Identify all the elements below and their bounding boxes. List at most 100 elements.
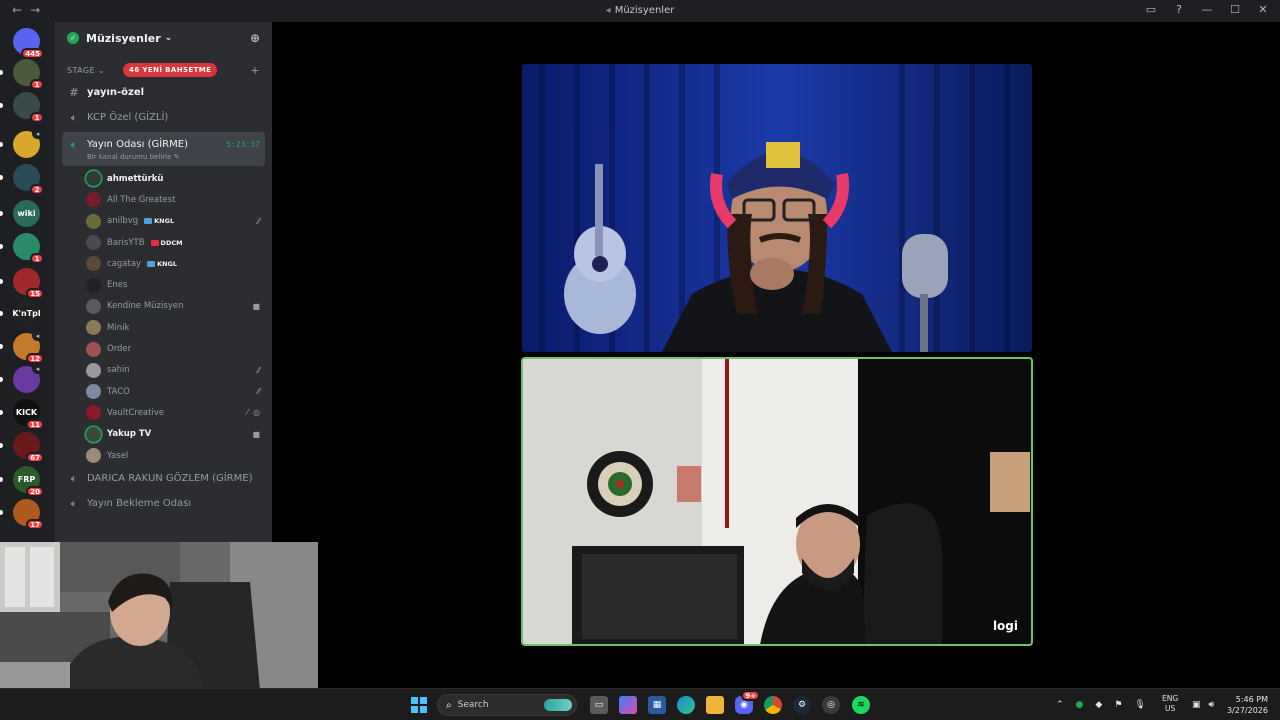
language-indicator[interactable]: ENG US <box>1162 694 1178 714</box>
voice-active-icon: ◂ <box>32 363 43 374</box>
server-icon[interactable]: ◂ <box>13 128 43 158</box>
steam-icon[interactable]: ⚙ <box>793 696 811 714</box>
copilot-icon[interactable] <box>619 696 637 714</box>
channel-yayin-bekleme[interactable]: 🔈︎ Yayın Bekleme Odası <box>55 491 272 516</box>
clock-time: 5:46 PM <box>1235 695 1268 704</box>
unread-indicator <box>0 103 3 108</box>
server-icon[interactable]: 67 <box>13 432 44 463</box>
server-icon[interactable]: FRP 20 <box>13 466 44 497</box>
maximize-button[interactable]: ☐ <box>1228 3 1242 16</box>
server-icon[interactable]: 2 <box>13 164 44 195</box>
user-name: Yasel <box>107 450 129 461</box>
channel-label: Yayın Odası (GİRME) <box>87 139 188 150</box>
user-name: Kendine Müzisyen <box>107 301 184 312</box>
category-stage[interactable]: STAGE ⌄ 46 YENİ BAHSETME + <box>55 60 272 80</box>
server-icon[interactable]: K'nTpl <box>12 300 41 327</box>
avatar <box>86 341 101 357</box>
server-icon[interactable]: 1 <box>13 233 44 264</box>
network-icon: ▣ <box>1192 700 1201 710</box>
chevron-up-icon[interactable]: ⌃ <box>1056 700 1064 710</box>
channel-kcp-ozel[interactable]: 🔈︎ KCP Özel (GİZLİ) <box>55 105 272 130</box>
self-camera-feed <box>0 542 318 690</box>
system-tray: ⌃ ● ◆ ⚑ 🎙︎ <box>1056 689 1146 720</box>
windows-start-icon[interactable] <box>410 696 428 714</box>
category-label: STAGE <box>67 65 95 75</box>
voice-user[interactable]: anilbvg KNGL ⁄⁄ <box>55 211 272 232</box>
avatar <box>86 256 101 272</box>
store-icon[interactable]: ▦ <box>648 696 666 714</box>
voice-user[interactable]: Enes <box>55 274 272 295</box>
voice-user[interactable]: VaultCreative ⁄ ◎ <box>55 402 272 423</box>
spotify-icon[interactable]: ≋ <box>852 696 870 714</box>
voice-user[interactable]: All The Greatest <box>55 189 272 210</box>
user-name: ahmettürkü <box>107 173 164 184</box>
speaker-icon: 🔈︎ <box>70 496 78 510</box>
server-icon[interactable]: 15 <box>13 268 44 299</box>
voice-user[interactable]: BarisYTB DDCM <box>55 232 272 253</box>
voice-user[interactable]: ahmettürkü <box>55 168 272 189</box>
server-icon[interactable]: 445 <box>13 28 44 59</box>
channel-yayin-ozel[interactable]: # yayın-özel <box>55 80 272 105</box>
voice-user[interactable]: TACO ⁄⁄ <box>55 381 272 402</box>
server-icon[interactable]: 17 <box>13 499 44 530</box>
server-label: K'nTpl <box>12 309 41 318</box>
user-status-icons: ■ <box>252 430 260 439</box>
help-icon[interactable]: ? <box>1172 3 1186 16</box>
clock[interactable]: 5:46 PM 3/27/2026 <box>1227 694 1268 716</box>
server-icon[interactable]: wiki <box>13 200 40 227</box>
channel-darica-rakun[interactable]: 🔈︎ DARICA RAKUN GÖZLEM (GİRME) <box>55 466 272 491</box>
microphone-icon[interactable]: 🎙︎ <box>1134 700 1145 710</box>
channel-status[interactable]: Bir kanal durumu belirle ✎ <box>87 153 180 161</box>
tray-app-icon[interactable]: ● <box>1076 700 1084 710</box>
tag-label: KNGL <box>157 259 178 268</box>
taskbar: ⌕ Search ▭ ▦ ◉ 9+ ⚙ ◎ ≋ ⌃ ● ◆ ⚑ 🎙︎ ENG US… <box>0 688 1280 720</box>
invite-people-icon[interactable]: ⊕ <box>250 31 260 45</box>
tray-discord-icon[interactable]: ⚑ <box>1114 700 1122 710</box>
quick-settings[interactable]: ▣ 🔊︎ <box>1192 689 1214 720</box>
inbox-icon[interactable]: ▭ <box>1144 3 1158 16</box>
taskbar-search[interactable]: ⌕ Search <box>437 694 577 716</box>
task-view-icon[interactable]: ▭ <box>590 696 608 714</box>
server-icon[interactable]: 1 <box>13 92 44 123</box>
unread-indicator <box>0 443 3 448</box>
user-status-icons: ⁄⁄ <box>257 217 260 226</box>
voice-user[interactable]: cagatay KNGL <box>55 253 272 274</box>
notification-badge: 11 <box>26 419 44 430</box>
tag-label: DDCM <box>160 238 183 247</box>
discord-icon[interactable]: ◉ 9+ <box>735 690 760 714</box>
server-icon[interactable]: KICK 11 <box>13 399 44 430</box>
pencil-icon: ✎ <box>173 152 180 161</box>
voice-user[interactable]: Yasel <box>55 445 272 466</box>
video-tile-streamer[interactable] <box>522 64 1032 352</box>
edge-icon[interactable] <box>677 696 695 714</box>
new-mentions-pill[interactable]: 46 YENİ BAHSETME <box>123 63 218 77</box>
create-channel-icon[interactable]: + <box>250 64 260 77</box>
video-tile-guest[interactable]: logi <box>521 357 1033 646</box>
app-icon[interactable]: ◎ <box>822 696 840 714</box>
chrome-icon[interactable] <box>764 696 782 714</box>
server-icon[interactable]: 12 ◂ <box>13 330 44 364</box>
avatar <box>86 277 101 293</box>
deafen-off-icon: ⁄⁄ <box>257 365 260 375</box>
voice-user[interactable]: Kendine Müzisyen ■ <box>55 296 272 317</box>
minimize-button[interactable]: — <box>1200 3 1214 16</box>
user-name: Order <box>107 344 132 355</box>
steam-tray-icon[interactable]: ◆ <box>1095 700 1102 710</box>
close-button[interactable]: ✕ <box>1256 3 1270 16</box>
user-name: sahin <box>107 365 130 376</box>
user-name: BarisYTB <box>107 237 145 248</box>
unread-indicator <box>0 344 3 349</box>
channel-sidebar: ✓ Müzisyenler ⌄ ⊕ STAGE ⌄ 46 YENİ BAHSET… <box>54 22 272 542</box>
server-header[interactable]: ✓ Müzisyenler ⌄ ⊕ <box>55 22 272 54</box>
voice-user[interactable]: sahin ⁄⁄ <box>55 360 272 381</box>
unread-indicator <box>0 244 3 249</box>
server-icon[interactable]: 1 <box>13 59 44 90</box>
voice-user[interactable]: Minik <box>55 317 272 338</box>
channel-yayin-odasi[interactable]: 🔈︎ Yayın Odası (GİRME) 5:23:37 Bir kanal… <box>62 132 265 166</box>
channel-label: DARICA RAKUN GÖZLEM (GİRME) <box>87 473 253 485</box>
server-icon[interactable]: ◂ <box>13 363 43 393</box>
voice-user[interactable]: Yakup TV ■ <box>55 424 272 445</box>
voice-user[interactable]: Order <box>55 338 272 359</box>
avatar <box>86 171 101 187</box>
file-explorer-icon[interactable] <box>706 696 724 714</box>
